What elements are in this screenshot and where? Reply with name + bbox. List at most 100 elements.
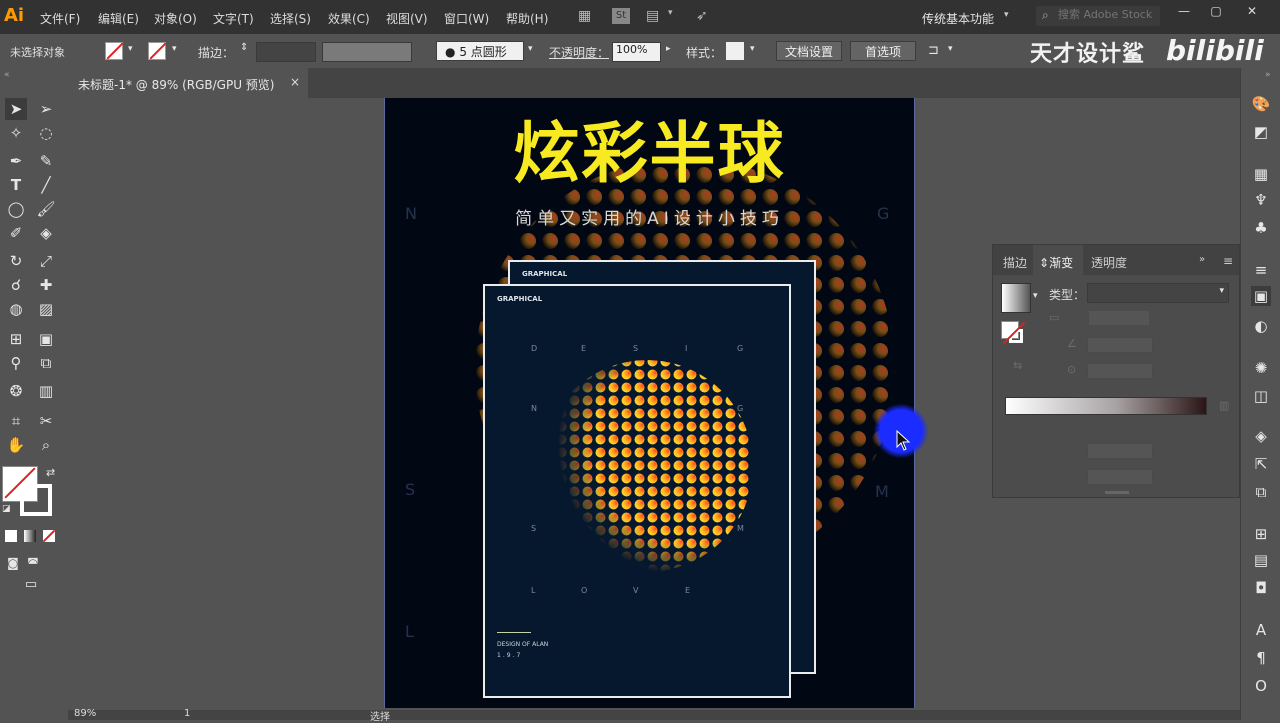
close-icon[interactable]: ✕ [1240,4,1264,22]
chevron-down-icon[interactable]: ▾ [1004,10,1009,20]
expand-panel-icon[interactable]: » [1199,254,1205,265]
stroke-swatch[interactable] [148,42,166,60]
front-poster-card[interactable]: GRAPHICAL D E S I G N G S M L O V E DESI… [483,284,791,698]
chevron-down-icon[interactable]: ▾ [1033,291,1038,301]
draw-normal-icon[interactable]: ◙ [2,552,24,574]
none-mode-icon[interactable] [43,530,55,542]
stock-search[interactable]: ⌕ [1036,6,1160,26]
blend-tool-icon[interactable]: ⧉ [35,352,57,374]
graphic-style-swatch[interactable] [726,42,744,60]
bridge-icon[interactable]: ▦ [578,8,596,24]
variable-width-profile[interactable] [322,42,412,62]
selection-tool-icon[interactable]: ➤ [5,98,27,120]
document-tab[interactable]: 未标题-1* @ 89% (RGB/GPU 预览) × [68,68,308,98]
artboard-tool-icon[interactable]: ⌗ [5,410,27,432]
symbol-sprayer-tool-icon[interactable]: ❂ [5,380,27,402]
menu-file[interactable]: 文件(F) [40,10,80,27]
tab-gradient[interactable]: ⇕渐变 [1039,254,1073,271]
perspective-grid-tool-icon[interactable]: ▨ [35,298,57,320]
preferences-button[interactable]: 首选项 [850,41,916,61]
gradient-type-select[interactable]: ▾ [1087,283,1229,303]
chevron-down-icon[interactable]: ▾ [172,44,177,54]
eraser-tool-icon[interactable]: ◈ [35,222,57,244]
gpu-performance-icon[interactable]: ➶ [696,8,714,24]
workspace-switcher[interactable]: 传统基本功能 [922,10,994,27]
layers-icon[interactable]: ◈ [1251,426,1271,446]
stroke-color-icon[interactable] [20,484,52,516]
gradient-panel-icon[interactable]: ▣ [1251,286,1271,306]
swap-colors-icon[interactable]: ⇄ [46,466,55,479]
chevron-down-icon[interactable]: ▾ [528,44,533,54]
brush-definition[interactable]: ● 5 点圆形 [436,41,524,61]
zoom-tool-icon[interactable]: ⌕ [35,434,57,456]
shape-builder-tool-icon[interactable]: ◍ [5,298,27,320]
mesh-tool-icon[interactable]: ⊞ [5,328,27,350]
pathfinder-icon[interactable]: ◘ [1251,578,1271,598]
artboard-number[interactable]: 1 [184,708,190,719]
gradient-mode-icon[interactable] [24,530,36,542]
change-screen-mode-icon[interactable]: ▭ [20,574,42,596]
slice-tool-icon[interactable]: ✂ [35,410,57,432]
stroke-weight-field[interactable] [256,42,316,62]
chevron-right-icon[interactable]: ▸ [666,44,671,54]
line-tool-icon[interactable]: ╱ [35,174,57,196]
rotate-tool-icon[interactable]: ↻ [5,250,27,272]
chevron-down-icon[interactable]: ▾ [948,44,953,54]
paintbrush-tool-icon[interactable]: 🖌 [35,198,57,220]
swatches-icon[interactable]: ▦ [1251,164,1271,184]
artboard[interactable]: 炫彩半球 简单又实用的AI设计小技巧 N G S M L GRAPHICAL G… [384,98,915,708]
pen-tool-icon[interactable]: ✒ [5,150,27,172]
chevron-down-icon[interactable]: ▾ [668,8,686,24]
tab-stroke[interactable]: 描边 [1003,254,1027,271]
graphic-styles-icon[interactable]: ◫ [1251,386,1271,406]
menu-effect[interactable]: 效果(C) [328,10,370,27]
stock-icon[interactable]: St [612,8,630,24]
artboards-icon[interactable]: ⧉ [1251,482,1271,502]
color-mode-icon[interactable] [5,530,17,542]
tab-transparency[interactable]: 透明度 [1091,254,1127,271]
document-setup-button[interactable]: 文档设置 [776,41,842,61]
minimize-icon[interactable]: — [1172,4,1196,22]
type-tool-icon[interactable]: T [5,174,27,196]
eyedropper-tool-icon[interactable]: ⚲ [5,352,27,374]
default-colors-icon[interactable]: ◪ [2,504,11,514]
menu-help[interactable]: 帮助(H) [506,10,548,27]
transform-icon[interactable]: ⊞ [1251,524,1271,544]
direct-selection-tool-icon[interactable]: ➢ [35,98,57,120]
zoom-level[interactable]: 89% [74,708,96,719]
stroke-gradient-icon[interactable] [1001,321,1027,347]
chevron-down-icon[interactable]: ▾ [128,44,133,54]
align-icon[interactable]: ▤ [1251,550,1271,570]
arrange-documents-icon[interactable]: ▤ [646,8,664,24]
menu-view[interactable]: 视图(V) [386,10,428,27]
screen-mode-icon[interactable]: ◚ [22,552,44,574]
maximize-icon[interactable]: ▢ [1204,4,1228,22]
collapse-icon[interactable]: « [4,70,10,80]
ellipse-tool-icon[interactable]: ◯ [5,198,27,220]
shaper-tool-icon[interactable]: ✐ [5,222,27,244]
paragraph-icon[interactable]: ¶ [1251,648,1271,668]
character-icon[interactable]: A [1251,620,1271,640]
warp-tool-icon[interactable]: ☌ [5,274,27,296]
symbols-icon[interactable]: ♣ [1251,218,1271,238]
fill-swatch[interactable] [105,42,123,60]
arrange-icon[interactable]: ⊐ [928,43,939,58]
color-panel-icon[interactable]: 🎨 [1251,94,1271,114]
gradient-thumbnail[interactable] [1001,283,1031,313]
curvature-tool-icon[interactable]: ✎ [35,150,57,172]
brushes-icon[interactable]: ♆ [1251,190,1271,210]
appearance-icon[interactable]: ✺ [1251,358,1271,378]
puppet-warp-tool-icon[interactable]: ✚ [35,274,57,296]
menu-select[interactable]: 选择(S) [270,10,311,27]
menu-type[interactable]: 文字(T) [213,10,254,27]
menu-edit[interactable]: 编辑(E) [98,10,139,27]
menu-object[interactable]: 对象(O) [154,10,197,27]
opacity-field[interactable]: 100% [612,42,661,62]
magic-wand-tool-icon[interactable]: ✧ [5,122,27,144]
transparency-icon[interactable]: ◐ [1251,316,1271,336]
gradient-tool-icon[interactable]: ▣ [35,328,57,350]
search-input[interactable] [1058,8,1154,21]
scale-tool-icon[interactable]: ⤢ [35,250,57,272]
menu-window[interactable]: 窗口(W) [444,10,489,27]
hand-tool-icon[interactable]: ✋ [5,434,27,456]
